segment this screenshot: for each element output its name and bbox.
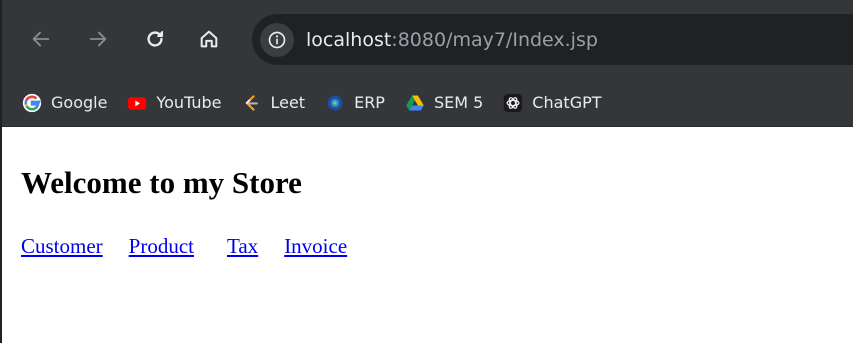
erp-icon — [327, 95, 343, 110]
google-icon — [22, 93, 42, 112]
bookmark-google[interactable]: Google — [16, 86, 113, 120]
bookmarks-bar: Google YouTube Leet ERP SEM 5 ChatGPT — [2, 79, 853, 127]
browser-window: localhost:8080/may7/Index.jsp Google You… — [0, 0, 853, 343]
bookmark-label: Google — [51, 93, 108, 112]
bookmark-label: SEM 5 — [433, 93, 484, 112]
bookmark-sem5[interactable]: SEM 5 — [399, 86, 489, 120]
bookmark-youtube[interactable]: YouTube — [121, 86, 227, 120]
page-content: Welcome to my Store Customer Product Tax In… — [2, 128, 853, 343]
site-info-icon[interactable] — [260, 22, 294, 57]
arrow-right-icon — [89, 31, 107, 47]
chatgpt-icon — [504, 93, 523, 112]
bookmark-chatgpt[interactable]: ChatGPT — [497, 86, 607, 120]
leetcode-icon — [246, 94, 259, 111]
home-button[interactable] — [192, 22, 226, 56]
customer-link[interactable]: Customer — [21, 234, 103, 258]
address-bar[interactable]: localhost:8080/may7/Index.jsp — [252, 14, 853, 65]
forward-button[interactable] — [81, 22, 115, 56]
reload-icon — [147, 30, 164, 47]
bookmark-leet[interactable]: Leet — [235, 86, 311, 120]
product-link[interactable]: Product — [129, 234, 194, 258]
google-drive-icon — [406, 95, 424, 110]
info-circle-icon — [268, 31, 286, 48]
bookmark-label: YouTube — [156, 93, 222, 112]
url-path: :8080/may7/Index.jsp — [391, 28, 598, 51]
invoice-link[interactable]: Invoice — [284, 234, 347, 258]
youtube-icon — [128, 96, 147, 110]
arrow-left-icon — [32, 31, 50, 47]
url-host: localhost — [306, 28, 392, 51]
reload-button[interactable] — [138, 22, 172, 56]
store-links: Customer Product Tax Invoice — [21, 234, 853, 259]
tax-link[interactable]: Tax — [227, 234, 258, 258]
home-icon — [200, 30, 218, 48]
bookmark-label: Leet — [270, 93, 306, 112]
url-text: localhost:8080/may7/Index.jsp — [306, 29, 598, 51]
bookmark-erp[interactable]: ERP — [319, 86, 391, 120]
back-button[interactable] — [24, 22, 58, 56]
bookmark-label: ChatGPT — [532, 93, 602, 112]
bookmark-label: ERP — [354, 93, 385, 112]
browser-toolbar: localhost:8080/may7/Index.jsp — [2, 0, 853, 79]
page-title: Welcome to my Store — [21, 165, 302, 200]
